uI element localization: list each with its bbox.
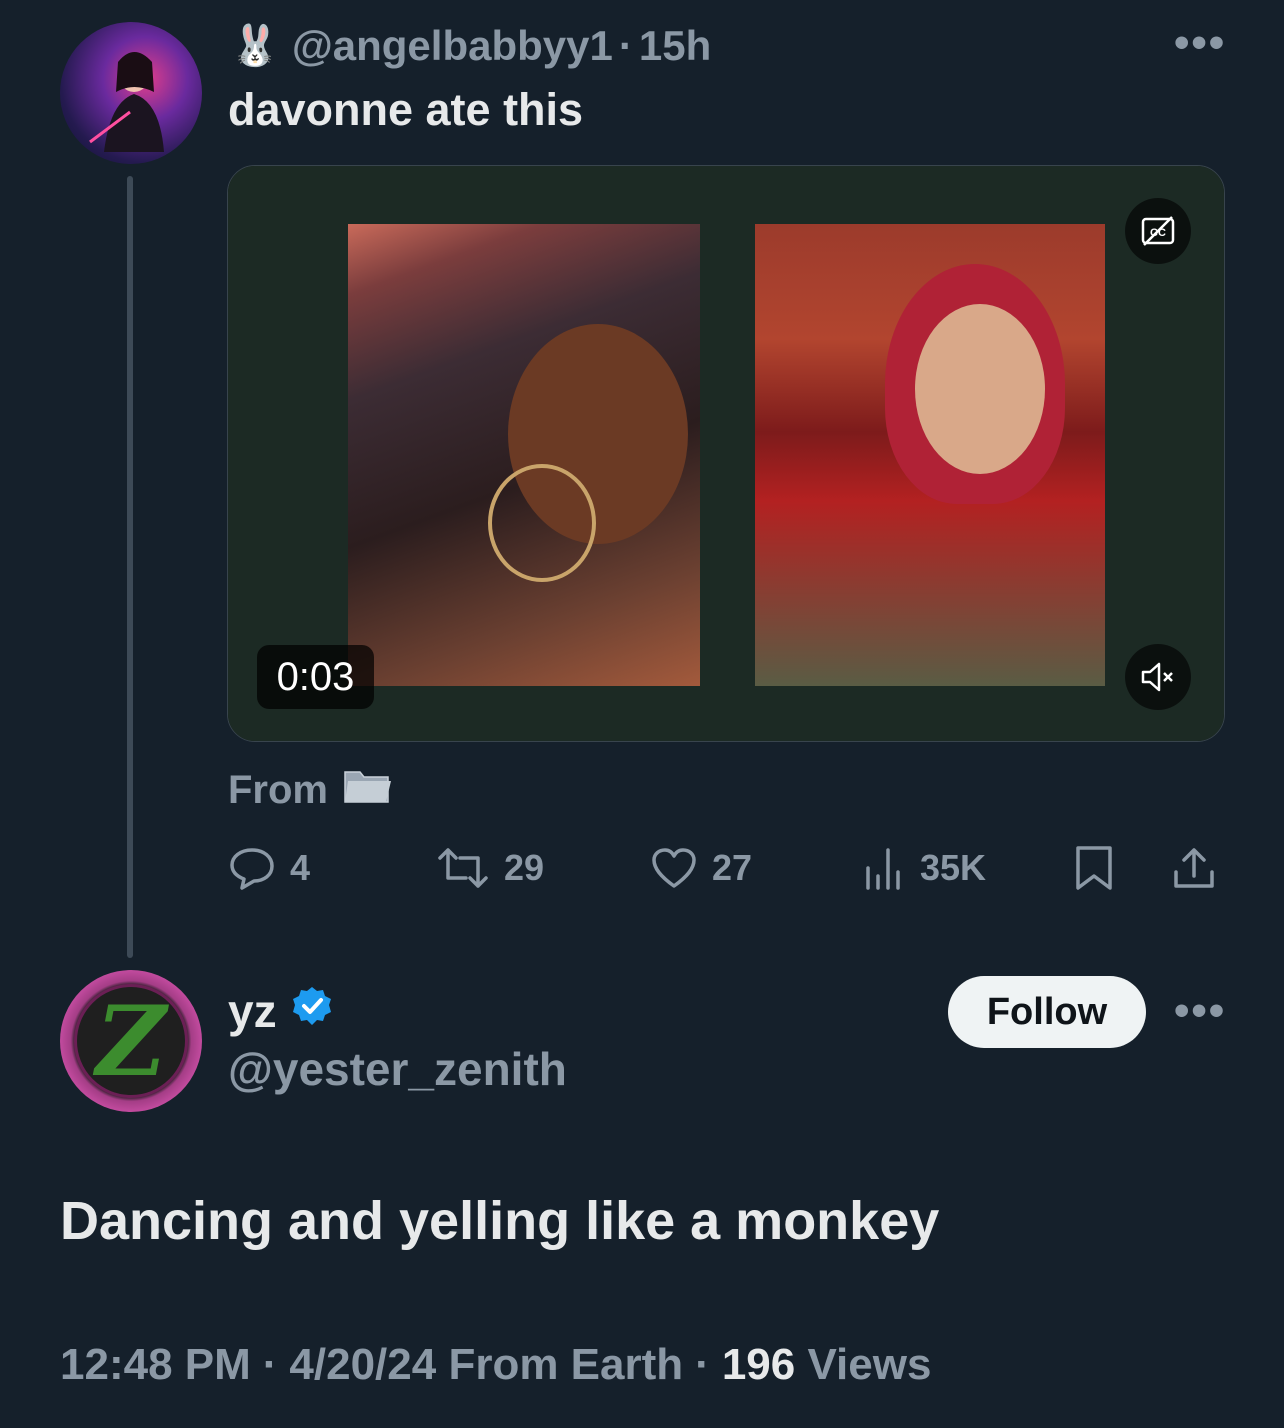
video-timestamp: 0:03 xyxy=(257,645,374,709)
views-number: 196 xyxy=(721,1340,796,1389)
reply-avatar[interactable]: Z xyxy=(60,970,202,1112)
post-time[interactable]: 12:48 PM xyxy=(60,1340,251,1390)
video-panel-right xyxy=(755,224,1105,686)
follow-button[interactable]: Follow xyxy=(948,976,1146,1048)
bookmark-icon xyxy=(1076,846,1112,890)
separator-dot: · xyxy=(618,22,633,69)
avatar-letter: Z xyxy=(95,984,167,1098)
muted-speaker-icon[interactable] xyxy=(1125,644,1191,710)
from-folder-row: From xyxy=(228,764,392,816)
avatar[interactable] xyxy=(60,22,202,164)
views-button[interactable]: 35K xyxy=(862,840,986,896)
thread-line xyxy=(127,176,133,958)
reply-author-name-row: yz xyxy=(228,984,333,1038)
retweet-button[interactable]: 29 xyxy=(436,840,544,896)
captions-off-icon[interactable]: CC xyxy=(1125,198,1191,264)
reply-button[interactable]: 4 xyxy=(228,840,310,896)
tweet-header: 🐰 @angelbabbyy1 · 15h xyxy=(230,18,711,74)
from-label: From xyxy=(228,767,328,812)
author-handle[interactable]: @angelbabbyy1 xyxy=(292,22,613,70)
meta-separator: · xyxy=(262,1340,278,1389)
folder-icon xyxy=(342,764,392,816)
retweet-count: 29 xyxy=(504,847,545,888)
verified-badge-icon xyxy=(291,984,333,1038)
tweet-actions: 4 29 27 35K xyxy=(228,840,1224,896)
share-icon xyxy=(1174,848,1214,888)
tweet-text: davonne ate this xyxy=(228,84,584,135)
like-count: 27 xyxy=(712,847,753,888)
bunny-emoji: 🐰 xyxy=(230,24,280,68)
video-player[interactable]: 0:03 CC xyxy=(227,165,1225,742)
display-name[interactable]: yz xyxy=(228,984,277,1038)
bookmark-button[interactable] xyxy=(1072,840,1116,896)
meta-separator: · xyxy=(695,1340,710,1389)
share-button[interactable] xyxy=(1170,840,1218,896)
reply-icon xyxy=(230,848,274,890)
views-count: 35K xyxy=(920,847,987,888)
like-button[interactable]: 27 xyxy=(650,840,752,896)
views-label: Views xyxy=(807,1340,932,1389)
heart-icon xyxy=(652,848,696,888)
reply-author-handle[interactable]: @yester_zenith xyxy=(228,1042,567,1096)
views-chart-icon xyxy=(866,848,900,890)
tweet-meta: 12:48 PM · 4/20/24 From Earth · 196 View… xyxy=(60,1340,931,1390)
reply-count: 4 xyxy=(290,847,311,888)
post-date-source[interactable]: 4/20/24 From Earth xyxy=(289,1340,683,1390)
retweet-icon xyxy=(438,848,488,888)
tweet-time[interactable]: 15h xyxy=(639,22,711,70)
reply-text: Dancing and yelling like a monkey xyxy=(60,1191,940,1251)
more-options-icon[interactable]: ••• xyxy=(1174,18,1226,68)
more-options-icon[interactable]: ••• xyxy=(1174,986,1226,1036)
video-panel-left xyxy=(348,224,700,686)
